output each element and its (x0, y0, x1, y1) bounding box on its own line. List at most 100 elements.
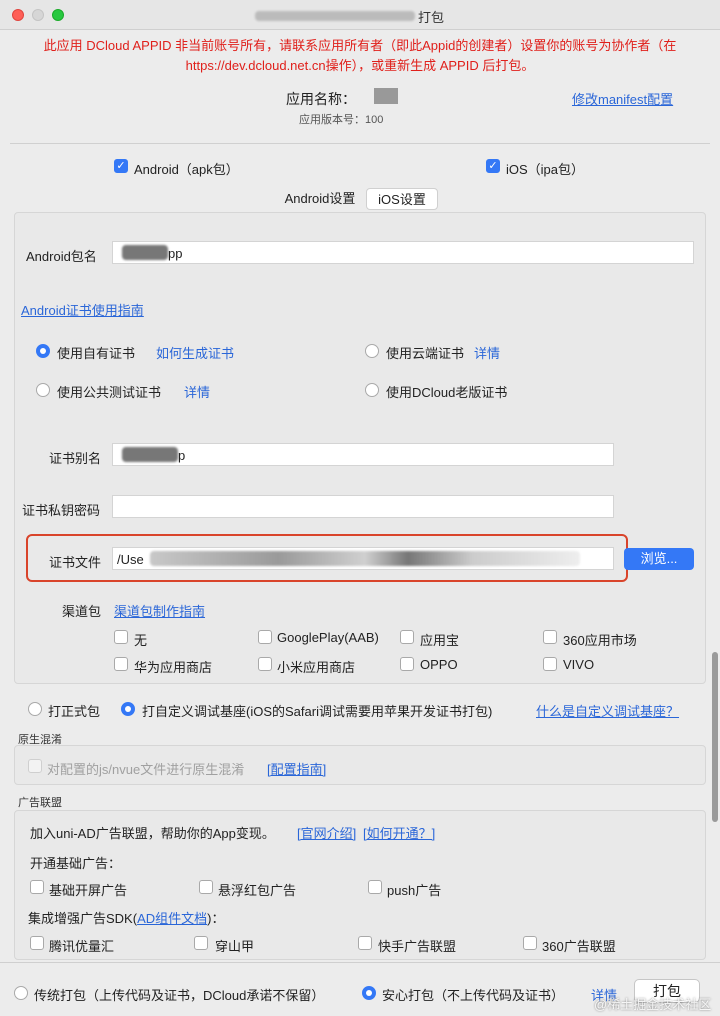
splash-ad-checkbox[interactable] (30, 880, 44, 894)
sdk-ads-title: 集成增强广告SDK(AD组件文档)： (28, 908, 224, 927)
pangle-ad-checkbox[interactable] (194, 936, 208, 950)
basic-ads-title: 开通基础广告： (30, 856, 122, 871)
package-name-value: pp (168, 246, 183, 261)
window-title-redacted (255, 11, 415, 21)
channel-yingyongbao-label: 应用宝 (420, 633, 460, 648)
tencent-ad-label: 腾讯优量汇 (49, 939, 115, 954)
floating-redpacket-ad-checkbox[interactable] (199, 880, 213, 894)
custom-base-label: 打自定义调试基座(iOS的Safari调试需要用苹果开发证书打包) (142, 704, 493, 719)
package-name-label: Android包名 (26, 249, 97, 264)
cert-file-redacted (150, 551, 580, 566)
what-is-custom-base-link[interactable]: 什么是自定义调试基座？ (536, 701, 679, 720)
channel-label: 渠道包 (62, 604, 102, 619)
dcloud-old-cert-radio[interactable] (365, 383, 379, 397)
360-ad-label: 360广告联盟 (542, 939, 616, 954)
appid-warning: 此应用 DCloud APPID 非当前账号所有，请联系应用所有者（即此Appi… (14, 36, 706, 76)
cert-alias-label: 证书别名 (49, 451, 102, 466)
pangle-ad-label: 穿山甲 (215, 939, 255, 954)
cloud-cert-radio[interactable] (365, 344, 379, 358)
normal-build-label: 打正式包 (48, 704, 101, 719)
channel-huawei-checkbox[interactable] (114, 657, 128, 671)
cloud-cert-label: 使用云端证书 (386, 346, 465, 361)
channel-yingyongbao-checkbox[interactable] (400, 630, 414, 644)
tencent-ad-checkbox[interactable] (30, 936, 44, 950)
tab-android-settings[interactable]: Android设置 (276, 188, 364, 210)
channel-xiaomi-checkbox[interactable] (258, 657, 272, 671)
package-name-input[interactable] (112, 241, 694, 264)
app-name-label: 应用名称： (286, 91, 356, 107)
public-test-cert-detail-link[interactable]: 详情 (184, 382, 210, 401)
app-version: 应用版本号：100 (299, 114, 384, 126)
divider (10, 143, 710, 144)
channel-vivo-checkbox[interactable] (543, 657, 557, 671)
kuaishou-ad-checkbox[interactable] (358, 936, 372, 950)
obfuscation-checkbox[interactable] (28, 759, 42, 773)
android-checkbox[interactable]: ✓ (114, 159, 128, 173)
channel-360-checkbox[interactable] (543, 630, 557, 644)
channel-guide-link[interactable]: 渠道包制作指南 (114, 601, 205, 620)
android-checkbox-label: Android（apk包） (134, 162, 239, 177)
push-ad-checkbox[interactable] (368, 880, 382, 894)
ads-section-title: 广告联盟 (18, 797, 62, 809)
public-test-cert-label: 使用公共测试证书 (57, 385, 162, 400)
obfuscation-label: 对配置的js/nvue文件进行原生混淆 (47, 762, 245, 777)
channel-oppo-label: OPPO (420, 657, 458, 672)
channel-oppo-checkbox[interactable] (400, 657, 414, 671)
traditional-pack-label: 传统打包（上传代码及证书，DCloud承诺不保留） (34, 988, 325, 1003)
channel-vivo-label: VIVO (563, 657, 595, 672)
channel-huawei-label: 华为应用商店 (134, 660, 213, 675)
custom-base-radio[interactable] (121, 702, 135, 716)
channel-360-label: 360应用市场 (563, 633, 637, 648)
warning-line-1: 此应用 DCloud APPID 非当前账号所有，请联系应用所有者（即此Appi… (43, 38, 677, 53)
ads-intro: 加入uni-AD广告联盟，帮助你的App变现。 (30, 826, 275, 841)
minimize-window-button[interactable] (32, 9, 44, 21)
how-to-generate-cert-link[interactable]: 如何生成证书 (156, 343, 234, 362)
normal-build-radio[interactable] (28, 702, 42, 716)
channel-none-label: 无 (134, 633, 148, 648)
channel-xiaomi-label: 小米应用商店 (277, 660, 356, 675)
cert-file-value: /Use (117, 552, 144, 567)
obfuscation-guide-link[interactable]: [配置指南] (267, 759, 326, 778)
splash-ad-label: 基础开屏广告 (49, 883, 128, 898)
ios-checkbox[interactable]: ✓ (486, 159, 500, 173)
android-cert-guide-link[interactable]: Android证书使用指南 (21, 300, 144, 319)
warning-line-2: https://dev.dcloud.net.cn操作），或重新生成 APPID… (185, 58, 535, 73)
traditional-pack-radio[interactable] (14, 986, 28, 1000)
safe-pack-label: 安心打包（不上传代码及证书） (382, 988, 565, 1003)
360-ad-checkbox[interactable] (523, 936, 537, 950)
push-ad-label: push广告 (387, 883, 442, 898)
ads-official-link[interactable]: [官网介绍] (297, 823, 356, 842)
cloud-cert-detail-link[interactable]: 详情 (474, 343, 500, 362)
cert-alias-value: p (178, 448, 186, 463)
browse-button[interactable]: 浏览... (624, 548, 694, 570)
safe-pack-radio[interactable] (362, 986, 376, 1000)
own-cert-radio[interactable] (36, 344, 50, 358)
sdk-ads-title-post: )： (207, 911, 225, 926)
floating-redpacket-ad-label: 悬浮红包广告 (218, 883, 297, 898)
cert-password-label: 证书私钥密码 (22, 503, 101, 518)
package-name-redacted (122, 245, 168, 260)
channel-googleplay-label: GooglePlay(AAB) (277, 630, 379, 645)
channel-googleplay-checkbox[interactable] (258, 630, 272, 644)
cert-file-label: 证书文件 (49, 555, 102, 570)
window-title: 打包 (418, 10, 445, 25)
channel-none-checkbox[interactable] (114, 630, 128, 644)
public-test-cert-radio[interactable] (36, 383, 50, 397)
tab-ios-settings[interactable]: iOS设置 (366, 188, 438, 210)
ios-checkbox-label: iOS（ipa包） (506, 162, 585, 177)
edit-manifest-link[interactable]: 修改manifest配置 (572, 89, 673, 108)
cert-password-input[interactable] (112, 495, 614, 518)
cert-alias-redacted (122, 447, 178, 462)
watermark: @稀土掘金技术社区 (594, 997, 712, 1012)
scrollbar-thumb[interactable] (712, 652, 718, 822)
close-window-button[interactable] (12, 9, 24, 21)
app-name-redacted (374, 88, 398, 104)
ads-how-to-link[interactable]: [如何开通？] (363, 823, 435, 842)
dcloud-old-cert-label: 使用DCloud老版证书 (386, 385, 508, 400)
sdk-ads-title-pre: 集成增强广告SDK( (28, 911, 138, 926)
ad-component-doc-link[interactable]: AD组件文档 (137, 911, 207, 926)
kuaishou-ad-label: 快手广告联盟 (378, 939, 457, 954)
own-cert-label: 使用自有证书 (57, 346, 136, 361)
cert-alias-input[interactable] (112, 443, 614, 466)
zoom-window-button[interactable] (52, 9, 64, 21)
